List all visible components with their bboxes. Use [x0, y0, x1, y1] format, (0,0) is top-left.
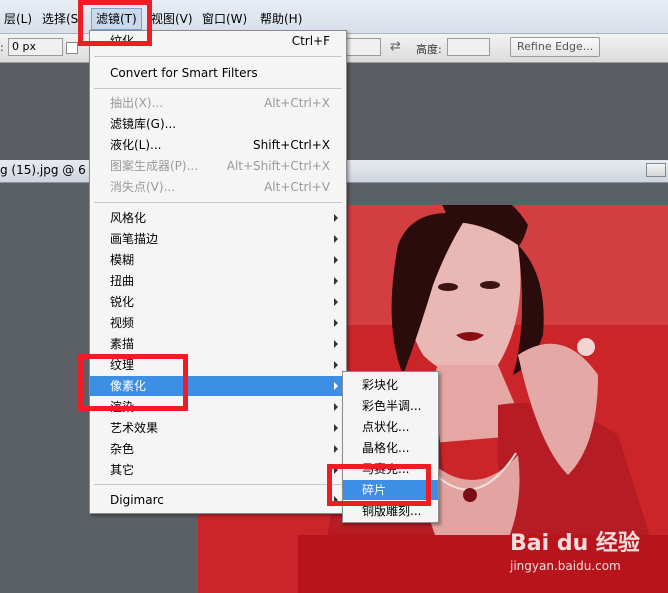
menu-item-stylize[interactable]: 风格化 — [90, 208, 346, 228]
menu-item-shortcut: Alt+Ctrl+X — [264, 96, 330, 110]
submenu-arrow-icon — [334, 445, 338, 453]
menu-item-convert-smart-filters[interactable]: Convert for Smart Filters — [90, 63, 346, 83]
menu-item-shortcut: Shift+Ctrl+X — [253, 138, 330, 152]
refine-edge-button[interactable]: Refine Edge... — [510, 37, 601, 57]
menu-separator — [94, 484, 342, 485]
submenu-arrow-icon — [334, 235, 338, 243]
menu-item-label: 抽出(X)... — [110, 96, 164, 110]
menu-item-video[interactable]: 视频 — [90, 313, 346, 333]
menu-item-label: 其它 — [110, 463, 135, 477]
submenu-arrow-icon — [334, 214, 338, 222]
annotation-box-pixelate — [78, 354, 188, 411]
menu-separator — [94, 56, 342, 57]
menu-item-label: 画笔描边 — [110, 232, 159, 246]
menu-separator — [94, 202, 342, 203]
submenu-item-label: 彩色半调... — [362, 399, 422, 413]
submenu-arrow-icon — [334, 382, 338, 390]
submenu-item-label: 点状化... — [362, 420, 410, 434]
height-input[interactable] — [447, 38, 490, 56]
submenu-arrow-icon — [334, 424, 338, 432]
menu-item-extract: 抽出(X)... Alt+Ctrl+X — [90, 93, 346, 113]
height-label: 高度: — [416, 43, 442, 56]
menu-item-label: 扭曲 — [110, 274, 135, 288]
menu-layer[interactable]: 层(L) — [0, 9, 36, 29]
filter-menu-dropdown: 纹化 Ctrl+F Convert for Smart Filters 抽出(X… — [89, 30, 347, 514]
menu-item-label: 模糊 — [110, 253, 135, 267]
menu-item-distort[interactable]: 扭曲 — [90, 271, 346, 291]
menu-item-blur[interactable]: 模糊 — [90, 250, 346, 270]
submenu-arrow-icon — [334, 403, 338, 411]
anti-alias-checkbox[interactable] — [66, 42, 78, 54]
swap-icon[interactable]: ⇄ — [390, 39, 401, 54]
submenu-arrow-icon — [334, 277, 338, 285]
submenu-item-color-halftone[interactable]: 彩色半调... — [343, 396, 438, 416]
width-input[interactable] — [346, 38, 381, 56]
menu-item-label: 液化(L)... — [110, 138, 162, 152]
menu-item-digimarc[interactable]: Digimarc — [90, 490, 346, 510]
watermark-logo-text: Bai du 经验 — [510, 531, 640, 556]
menu-item-label: 素描 — [110, 337, 135, 351]
menu-item-shortcut: Alt+Shift+Ctrl+X — [226, 159, 330, 173]
minimize-button[interactable] — [646, 163, 666, 177]
menu-item-label: 艺术效果 — [110, 421, 159, 435]
menu-separator — [94, 88, 342, 89]
menu-item-liquify[interactable]: 液化(L)... Shift+Ctrl+X — [90, 135, 346, 155]
submenu-item-label: 彩块化 — [362, 378, 399, 392]
menu-item-brush-strokes[interactable]: 画笔描边 — [90, 229, 346, 249]
document-title: g (15).jpg @ 6 — [0, 163, 86, 177]
menu-item-label: 杂色 — [110, 442, 135, 456]
menu-window[interactable]: 窗口(W) — [198, 9, 251, 29]
annotation-box-fragment — [327, 464, 431, 506]
menu-help[interactable]: 帮助(H) — [256, 9, 306, 29]
menu-item-label: 图案生成器(P)... — [110, 159, 199, 173]
menu-item-label: 锐化 — [110, 295, 135, 309]
menu-item-label: 风格化 — [110, 211, 147, 225]
submenu-item-crystallize[interactable]: 晶格化... — [343, 438, 438, 458]
menu-item-pattern-maker: 图案生成器(P)... Alt+Shift+Ctrl+X — [90, 156, 346, 176]
submenu-arrow-icon — [334, 256, 338, 264]
submenu-arrow-icon — [334, 319, 338, 327]
menu-item-shortcut: Alt+Ctrl+V — [264, 180, 330, 194]
menu-item-other[interactable]: 其它 — [90, 460, 346, 480]
watermark-url: jingyan.baidu.com — [510, 559, 621, 573]
menu-item-label: Convert for Smart Filters — [110, 66, 258, 80]
menu-item-sharpen[interactable]: 锐化 — [90, 292, 346, 312]
menu-item-sketch[interactable]: 素描 — [90, 334, 346, 354]
menu-item-vanishing-point: 消失点(V)... Alt+Ctrl+V — [90, 177, 346, 197]
menu-item-filter-gallery[interactable]: 滤镜库(G)... — [90, 114, 346, 134]
submenu-arrow-icon — [334, 298, 338, 306]
baidu-watermark: Bai du 经验 jingyan.baidu.com — [510, 525, 660, 585]
menu-item-label: Digimarc — [110, 493, 164, 507]
menu-item-label: 视频 — [110, 316, 135, 330]
annotation-box-filter-menu — [78, 0, 152, 46]
menu-item-shortcut: Ctrl+F — [291, 34, 330, 48]
menu-item-noise[interactable]: 杂色 — [90, 439, 346, 459]
submenu-arrow-icon — [334, 340, 338, 348]
submenu-item-facet[interactable]: 彩块化 — [343, 375, 438, 395]
menu-item-label: 消失点(V)... — [110, 180, 176, 194]
submenu-item-pointillize[interactable]: 点状化... — [343, 417, 438, 437]
feather-input[interactable]: 0 px — [8, 38, 63, 56]
menu-item-label: 滤镜库(G)... — [110, 117, 177, 131]
submenu-item-label: 晶格化... — [362, 441, 410, 455]
menu-item-artistic[interactable]: 艺术效果 — [90, 418, 346, 438]
menu-view[interactable]: 视图(V) — [147, 9, 197, 29]
feather-label-fragment: : — [0, 41, 4, 54]
submenu-arrow-icon — [334, 361, 338, 369]
